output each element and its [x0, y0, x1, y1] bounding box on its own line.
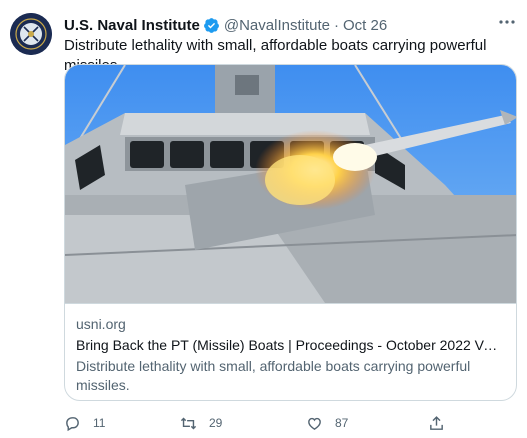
retweet-button[interactable]: 29: [180, 412, 222, 434]
reply-icon: [66, 416, 79, 431]
tweet-header: U.S. Naval Institute @NavalInstitute · O…: [64, 15, 387, 35]
reply-button[interactable]: 11: [64, 412, 105, 434]
link-card[interactable]: usni.org Bring Back the PT (Missile) Boa…: [64, 64, 517, 401]
separator-dot: ·: [333, 16, 339, 34]
tweet-actions: 11 29 87: [64, 412, 484, 434]
retweet-icon: [180, 417, 197, 429]
card-body[interactable]: usni.org Bring Back the PT (Missile) Boa…: [65, 303, 516, 400]
naval-institute-seal-icon: [10, 13, 52, 55]
card-image[interactable]: [65, 65, 517, 303]
retweet-count: 29: [209, 416, 223, 430]
reply-count: 11: [93, 416, 106, 430]
author-handle[interactable]: @NavalInstitute: [224, 17, 330, 34]
share-icon: [430, 415, 443, 430]
card-domain: usni.org: [76, 316, 126, 332]
share-button[interactable]: [428, 412, 445, 434]
like-button[interactable]: 87: [306, 412, 348, 434]
more-options-button[interactable]: [497, 12, 517, 32]
tweet: U.S. Naval Institute @NavalInstitute · O…: [0, 0, 527, 438]
like-icon: [308, 417, 321, 430]
like-count: 87: [335, 416, 349, 430]
verified-badge-icon: [203, 17, 219, 33]
avatar[interactable]: [10, 13, 52, 55]
card-description: Distribute lethality with small, afforda…: [76, 358, 471, 393]
tweet-timestamp[interactable]: Oct 26: [343, 17, 387, 34]
more-icon: [499, 20, 515, 24]
card-title: Bring Back the PT (Missile) Boats | Proc…: [76, 337, 504, 353]
author-name[interactable]: U.S. Naval Institute: [64, 17, 200, 34]
